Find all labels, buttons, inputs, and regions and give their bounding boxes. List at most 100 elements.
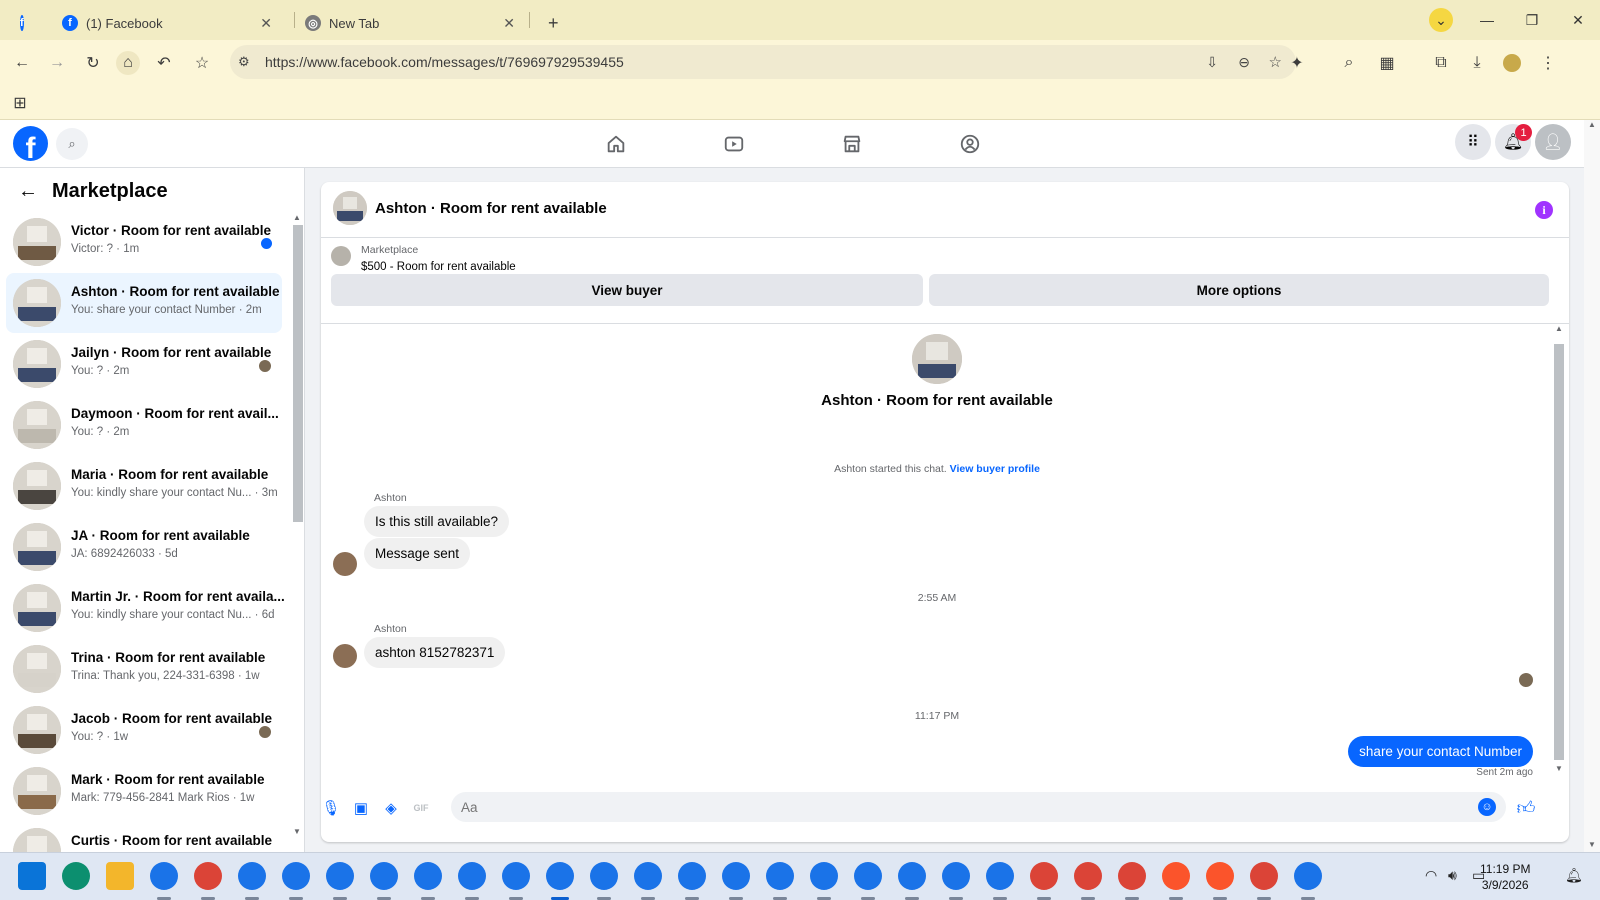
conversation-item[interactable]: Trina · Room for rent available Trina: Th… [6,639,282,699]
conversation-item[interactable]: Maria · Room for rent available You: kind… [6,456,282,516]
chrome-icon[interactable] [546,862,574,890]
conversation-item[interactable]: Curtis · Room for rent available [6,822,282,852]
zoom-icon[interactable]: ⊖ [1238,54,1250,71]
tab-search-button[interactable]: ⌄ [1429,8,1453,32]
conversation-item[interactable]: Ashton · Room for rent available You: sha… [6,273,282,333]
edge-icon[interactable] [62,862,90,890]
brave-icon[interactable] [1162,862,1190,890]
scroll-up-icon[interactable]: ▲ [293,213,301,222]
microphone-icon[interactable]: 🎙︎ [321,798,341,818]
chat-scrollbar[interactable]: ▲ ▼ [1553,324,1565,784]
view-buyer-button[interactable]: View buyer [331,274,923,306]
minimize-button[interactable]: — [1475,8,1499,32]
chrome-icon[interactable] [678,862,706,890]
undo-button[interactable]: ↶ [152,51,176,75]
chrome-icon[interactable] [370,862,398,890]
search-tabs-button[interactable]: ⌕ [1337,51,1361,75]
clock[interactable]: 11:19 PM 3/9/2026 [1480,861,1530,893]
view-buyer-profile-link[interactable]: View buyer profile [950,463,1040,475]
incoming-message[interactable]: ashton 8152782371 [364,637,506,668]
nav-marketplace[interactable] [840,132,864,156]
chrome-icon[interactable] [1118,862,1146,890]
scrollbar-thumb[interactable] [1554,344,1564,760]
photo-icon[interactable]: ▣ [351,798,371,818]
more-options-button[interactable]: More options [929,274,1549,306]
facebook-search-button[interactable]: ⌕ [56,128,88,160]
address-bar[interactable]: ⚙ https://www.facebook.com/messages/t/76… [230,45,1296,79]
chrome-icon[interactable] [766,862,794,890]
brave-icon[interactable] [1206,862,1234,890]
message-input[interactable] [461,797,1451,817]
chrome-icon[interactable] [326,862,354,890]
chrome-icon[interactable] [458,862,486,890]
forward-button[interactable]: → [45,51,69,75]
chrome-icon[interactable] [194,862,222,890]
downloads-button[interactable]: ⤓ [1465,51,1489,75]
incoming-message[interactable]: Message sent [364,538,471,569]
windows-start-icon[interactable] [18,862,46,890]
outgoing-message[interactable]: share your contact Number [1348,736,1533,767]
scroll-down-icon[interactable]: ▼ [293,827,301,836]
sidebar-scrollbar[interactable]: ▲ ▼ [291,213,303,838]
chat-title[interactable]: Ashton · Room for rent available [375,200,607,217]
conversation-avatar[interactable] [333,191,367,225]
close-tab-icon[interactable]: ✕ [503,15,515,32]
emoji-icon[interactable]: ☺ [1478,798,1496,816]
extensions-button[interactable]: ✦ [1285,51,1309,75]
chrome-icon[interactable] [502,862,530,890]
chrome-icon[interactable] [590,862,618,890]
menu-grid-button[interactable]: ⠿ [1455,124,1491,160]
chrome-icon[interactable] [942,862,970,890]
chrome-icon[interactable] [150,862,178,890]
chrome-icon[interactable] [854,862,882,890]
crop-button[interactable]: ⧉ [1429,51,1453,75]
chrome-icon[interactable] [1030,862,1058,890]
chrome-icon[interactable] [1074,862,1102,890]
bookmark-icon[interactable]: ☆ [1269,53,1282,71]
conversation-item[interactable]: Daymoon · Room for rent avail... You: ? ·… [6,395,282,455]
listing-title[interactable]: $500 - Room for rent available [361,261,516,273]
scroll-up-icon[interactable]: ▲ [1588,120,1596,129]
notification-bell-icon[interactable]: 🔔︎ [1565,867,1583,884]
install-app-icon[interactable]: ⇩ [1206,54,1218,71]
chrome-icon[interactable] [282,862,310,890]
chrome-icon[interactable] [1250,862,1278,890]
scroll-down-icon[interactable]: ▼ [1588,840,1596,849]
profile-button[interactable] [1500,51,1524,75]
facebook-logo[interactable]: f [13,126,48,161]
like-icon[interactable]: 👍︎ [1516,798,1536,818]
chrome-icon[interactable] [898,862,926,890]
gif-icon[interactable]: GIF [411,798,431,818]
chrome-icon[interactable] [810,862,838,890]
chrome-icon[interactable] [414,862,442,890]
site-settings-icon[interactable]: ⚙ [238,54,250,70]
listing-thumbnail[interactable] [331,246,351,266]
nav-groups[interactable] [958,132,982,156]
facebook-tab-icon[interactable]: f [10,6,40,40]
nav-home[interactable] [604,132,628,156]
conversation-item[interactable]: Mark · Room for rent available Mark: 779-… [6,761,282,821]
chrome-icon[interactable] [238,862,266,890]
apps-button[interactable]: ⊞ [8,91,32,115]
chrome-icon[interactable] [722,862,750,890]
conversation-item[interactable]: Victor · Room for rent available Victor: … [6,212,282,272]
file-explorer-icon[interactable] [106,862,134,890]
conversation-item[interactable]: Martin Jr. · Room for rent availa... You:… [6,578,285,638]
page-scrollbar[interactable]: ▲ ▼ [1584,120,1600,852]
chrome-icon[interactable] [1294,862,1322,890]
chrome-icon[interactable] [986,862,1014,890]
tab-facebook[interactable]: f (1) Facebook ✕ [52,6,284,40]
nav-video[interactable] [722,132,746,156]
info-icon[interactable]: i [1535,201,1553,219]
tab-new-tab[interactable]: ◎ New Tab ✕ [295,6,527,40]
volume-icon[interactable]: 🔊︎ [1448,867,1457,884]
wifi-icon[interactable]: ◠ [1425,867,1437,884]
conversation-item[interactable]: Jacob · Room for rent available You: ? · … [6,700,282,760]
close-window-button[interactable]: ✕ [1566,8,1590,32]
incoming-message[interactable]: Is this still available? [364,506,510,537]
conversation-item[interactable]: Jailyn · Room for rent available You: ? ·… [6,334,282,394]
reload-button[interactable]: ↻ [81,51,105,75]
bookmark-star-button[interactable]: ☆ [190,51,214,75]
close-tab-icon[interactable]: ✕ [260,15,272,32]
sticker-icon[interactable]: ◈ [381,798,401,818]
